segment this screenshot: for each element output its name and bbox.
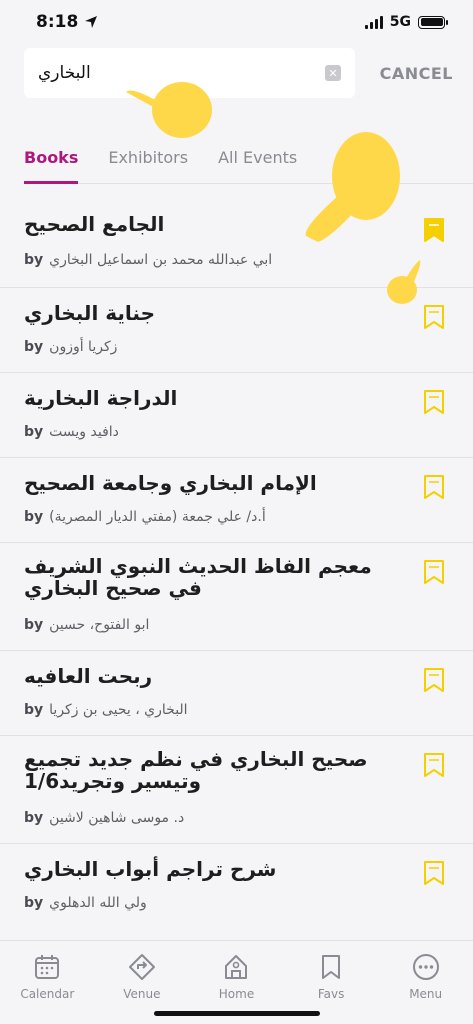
author-name: ابي عبدالله محمد بن اسماعيل البخاري (49, 252, 273, 268)
home-icon (225, 955, 248, 979)
bookmark-icon[interactable] (423, 389, 445, 415)
tabbar-label: Venue (123, 987, 161, 1001)
list-item[interactable]: شرح تراجم أبواب البخاري by ولي الله الده… (0, 844, 473, 929)
list-item[interactable]: معجم الفاظ الحديث النبوي الشريف في صحيح … (0, 543, 473, 651)
book-author: by ولي الله الدهلوي (24, 895, 147, 911)
book-title: الدراجة البخارية (24, 386, 178, 410)
by-label: by (24, 339, 44, 355)
author-name: زكريا أوزون (49, 339, 118, 355)
pointing-hand-icon (305, 132, 400, 242)
list-item[interactable]: ربحت العافيه by البخاري ، يحيى بن زكريا (0, 651, 473, 736)
location-arrow-icon (85, 16, 98, 28)
calendar-icon (35, 955, 60, 979)
bookmark-icon[interactable] (423, 752, 445, 778)
by-label: by (24, 509, 44, 525)
bookmark-icon[interactable] (423, 559, 445, 585)
bookmark-filled-icon[interactable] (423, 217, 445, 243)
list-item[interactable]: الدراجة البخارية by دافيد ويست (0, 373, 473, 458)
by-label: by (24, 252, 44, 268)
author-name: ابو الفتوح، حسين (49, 617, 150, 633)
pointing-hand-icon (126, 82, 212, 138)
book-author: by زكريا أوزون (24, 339, 117, 355)
venue-icon (128, 954, 155, 980)
author-name: ولي الله الدهلوي (49, 895, 147, 911)
book-title: معجم الفاظ الحديث النبوي الشريف في صحيح … (24, 554, 372, 600)
pointing-hand-icon (387, 260, 421, 304)
tab-books[interactable]: Books (24, 140, 79, 184)
clear-search-icon[interactable]: ✕ (325, 65, 341, 81)
tab-exhibitors[interactable]: Exhibitors (108, 140, 188, 183)
book-title: جناية البخاري (24, 301, 155, 325)
status-bar: 8:18 5G (0, 0, 473, 44)
bookmark-icon[interactable] (423, 474, 445, 500)
tabbar-label: Home (218, 987, 255, 1001)
category-tabs: Books Exhibitors All Events (24, 140, 473, 184)
book-author: by دافيد ويست (24, 424, 119, 440)
by-label: by (24, 702, 44, 718)
network-label: 5G (389, 14, 411, 30)
tabbar-label: Menu (409, 987, 443, 1001)
by-label: by (24, 895, 44, 911)
author-name: دافيد ويست (49, 424, 119, 440)
tabbar-label: Favs (317, 987, 345, 1001)
list-item[interactable]: صحيح البخاري في نظم جديد تجميع وتيسير وت… (0, 736, 473, 844)
by-label: by (24, 810, 44, 826)
book-title: صحيح البخاري في نظم جديد تجميع وتيسير وت… (24, 747, 368, 793)
author-name: د. موسى شاهين لاشين (49, 810, 185, 826)
list-item[interactable]: الإمام البخاري وجامعة الصحيح by أ.د/ علي… (0, 458, 473, 543)
tabbar-menu[interactable]: Menu (386, 953, 466, 1024)
menu-dots-icon (412, 954, 439, 980)
signal-icon (364, 15, 383, 29)
bookmark-icon[interactable] (423, 667, 445, 693)
book-author: by أ.د/ علي جمعة (مفتي الديار المصرية) (24, 509, 266, 525)
book-title: شرح تراجم أبواب البخاري (24, 857, 277, 881)
status-indicators: 5G (364, 14, 448, 30)
tabbar-label: Calendar (20, 987, 75, 1001)
book-title: ربحت العافيه (24, 664, 153, 688)
status-time: 8:18 (36, 12, 98, 32)
book-author: by ابو الفتوح، حسين (24, 617, 149, 633)
tabbar-calendar[interactable]: Calendar (7, 953, 87, 1024)
search-row: ✕ CANCEL (24, 48, 453, 98)
by-label: by (24, 424, 44, 440)
author-name: البخاري ، يحيى بن زكريا (49, 702, 188, 718)
home-indicator (153, 1011, 320, 1016)
by-label: by (24, 617, 44, 633)
bookmark-icon (322, 955, 341, 979)
book-author: by د. موسى شاهين لاشين (24, 810, 184, 826)
book-title: الإمام البخاري وجامعة الصحيح (24, 471, 317, 495)
bookmark-icon[interactable] (423, 860, 445, 886)
author-name: أ.د/ علي جمعة (مفتي الديار المصرية) (49, 509, 266, 525)
bookmark-icon[interactable] (423, 304, 445, 330)
book-author: by البخاري ، يحيى بن زكريا (24, 702, 188, 718)
cancel-button[interactable]: CANCEL (380, 64, 453, 83)
tab-all-events[interactable]: All Events (218, 140, 297, 183)
battery-icon (418, 15, 448, 29)
book-author: by ابي عبدالله محمد بن اسماعيل البخاري (24, 252, 272, 268)
